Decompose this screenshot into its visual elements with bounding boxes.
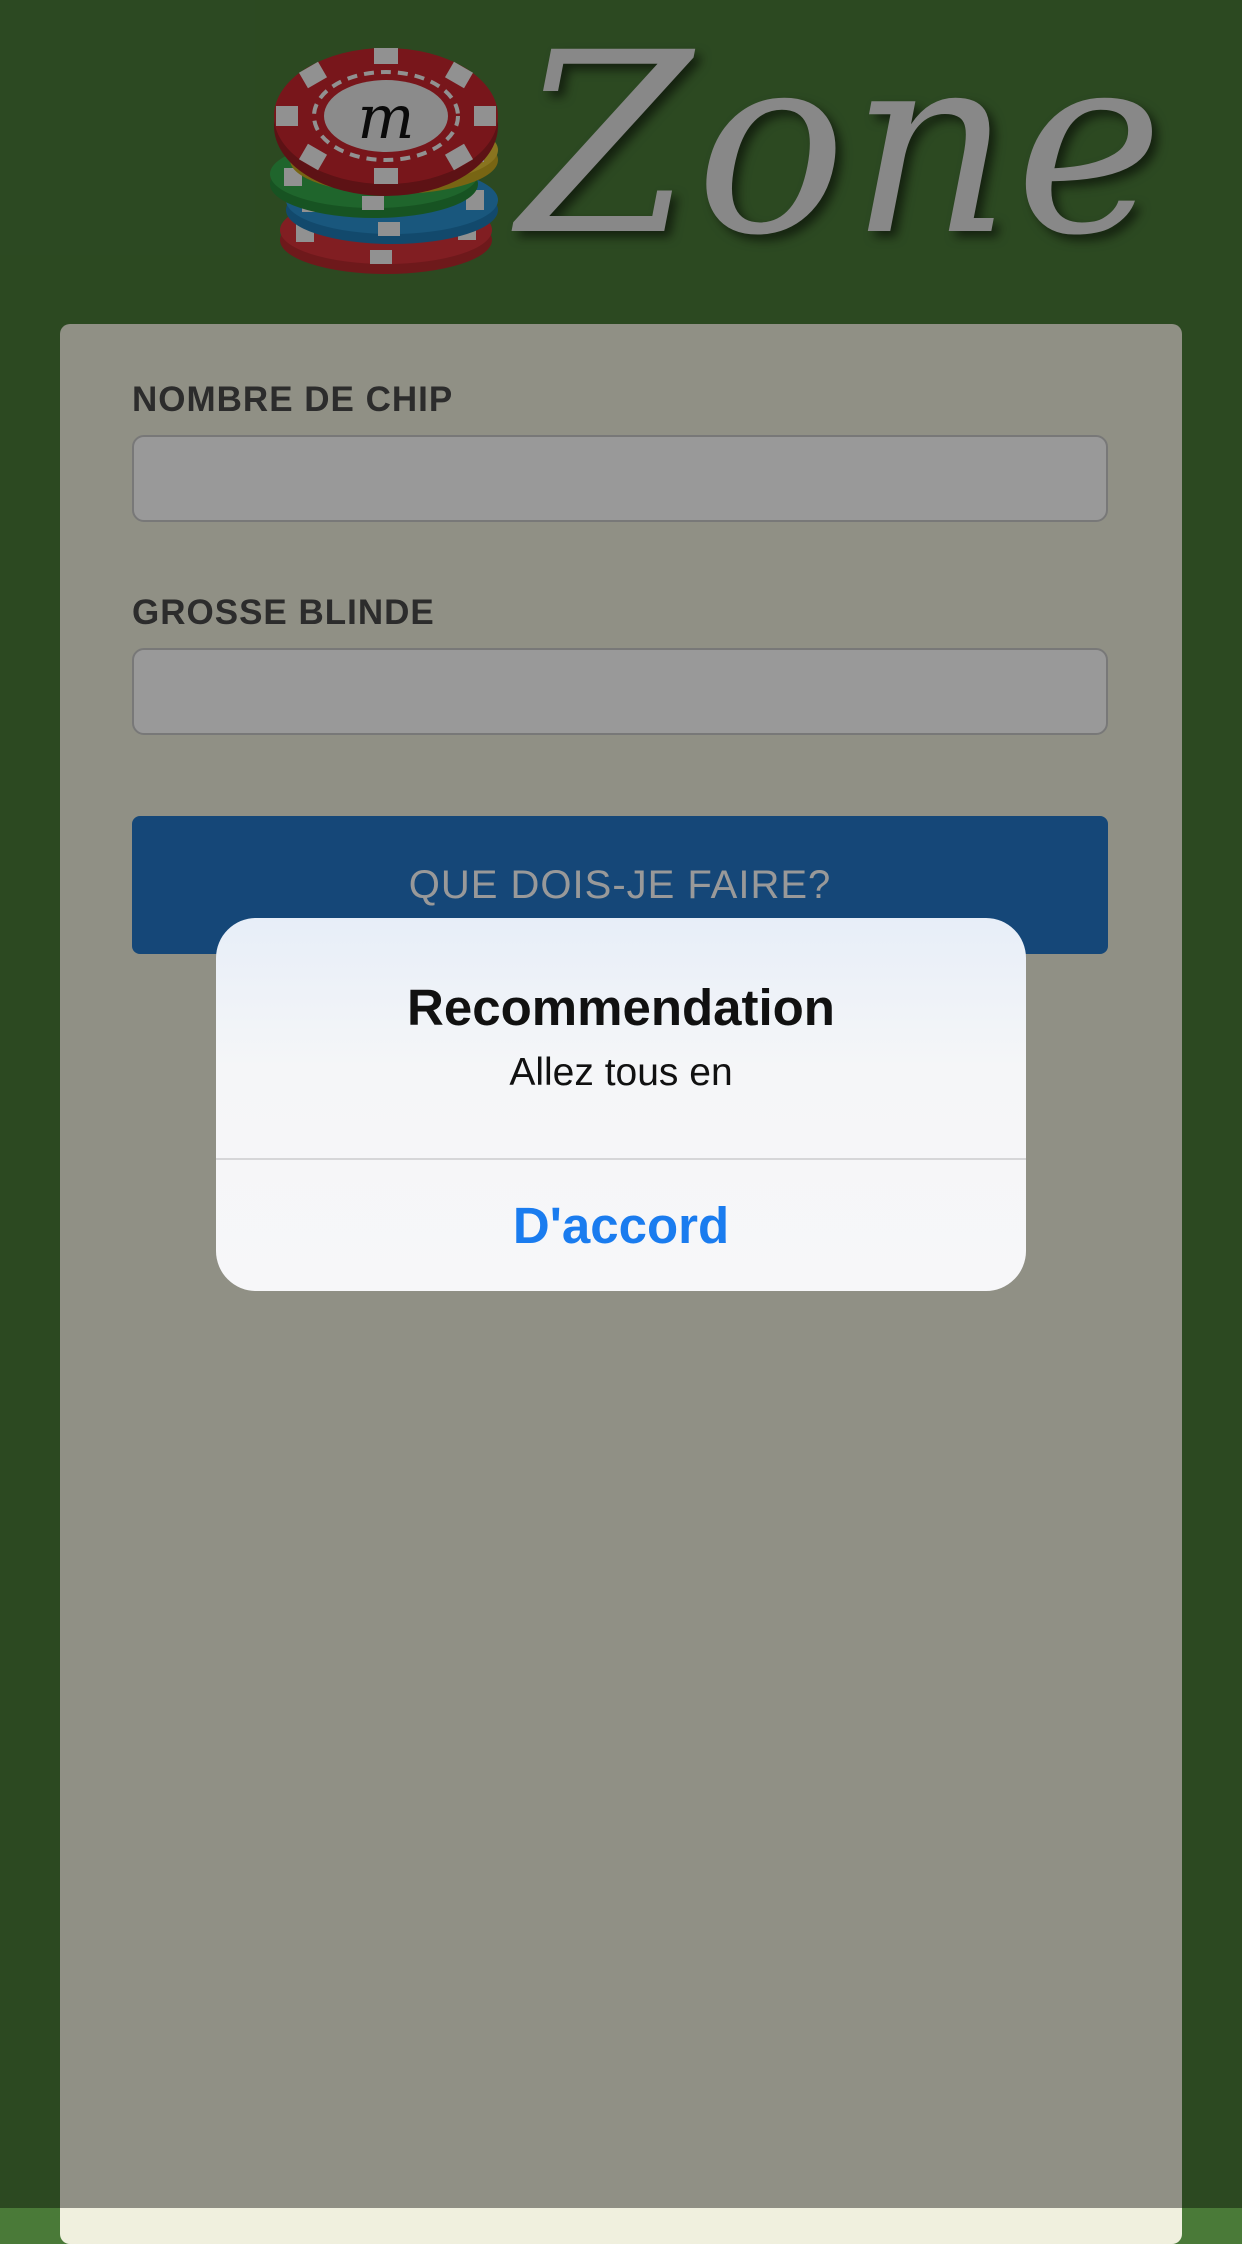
alert-title: Recommendation	[407, 979, 835, 1036]
screen: m Zone NOMBRE DE CHIP GROSSE BLINDE QUE …	[0, 0, 1242, 2244]
ok-button[interactable]: D'accord	[216, 1160, 1026, 1291]
alert-message: Allez tous en	[509, 1051, 733, 1094]
alert-dialog: Recommendation Allez tous en D'accord	[216, 918, 1026, 1291]
